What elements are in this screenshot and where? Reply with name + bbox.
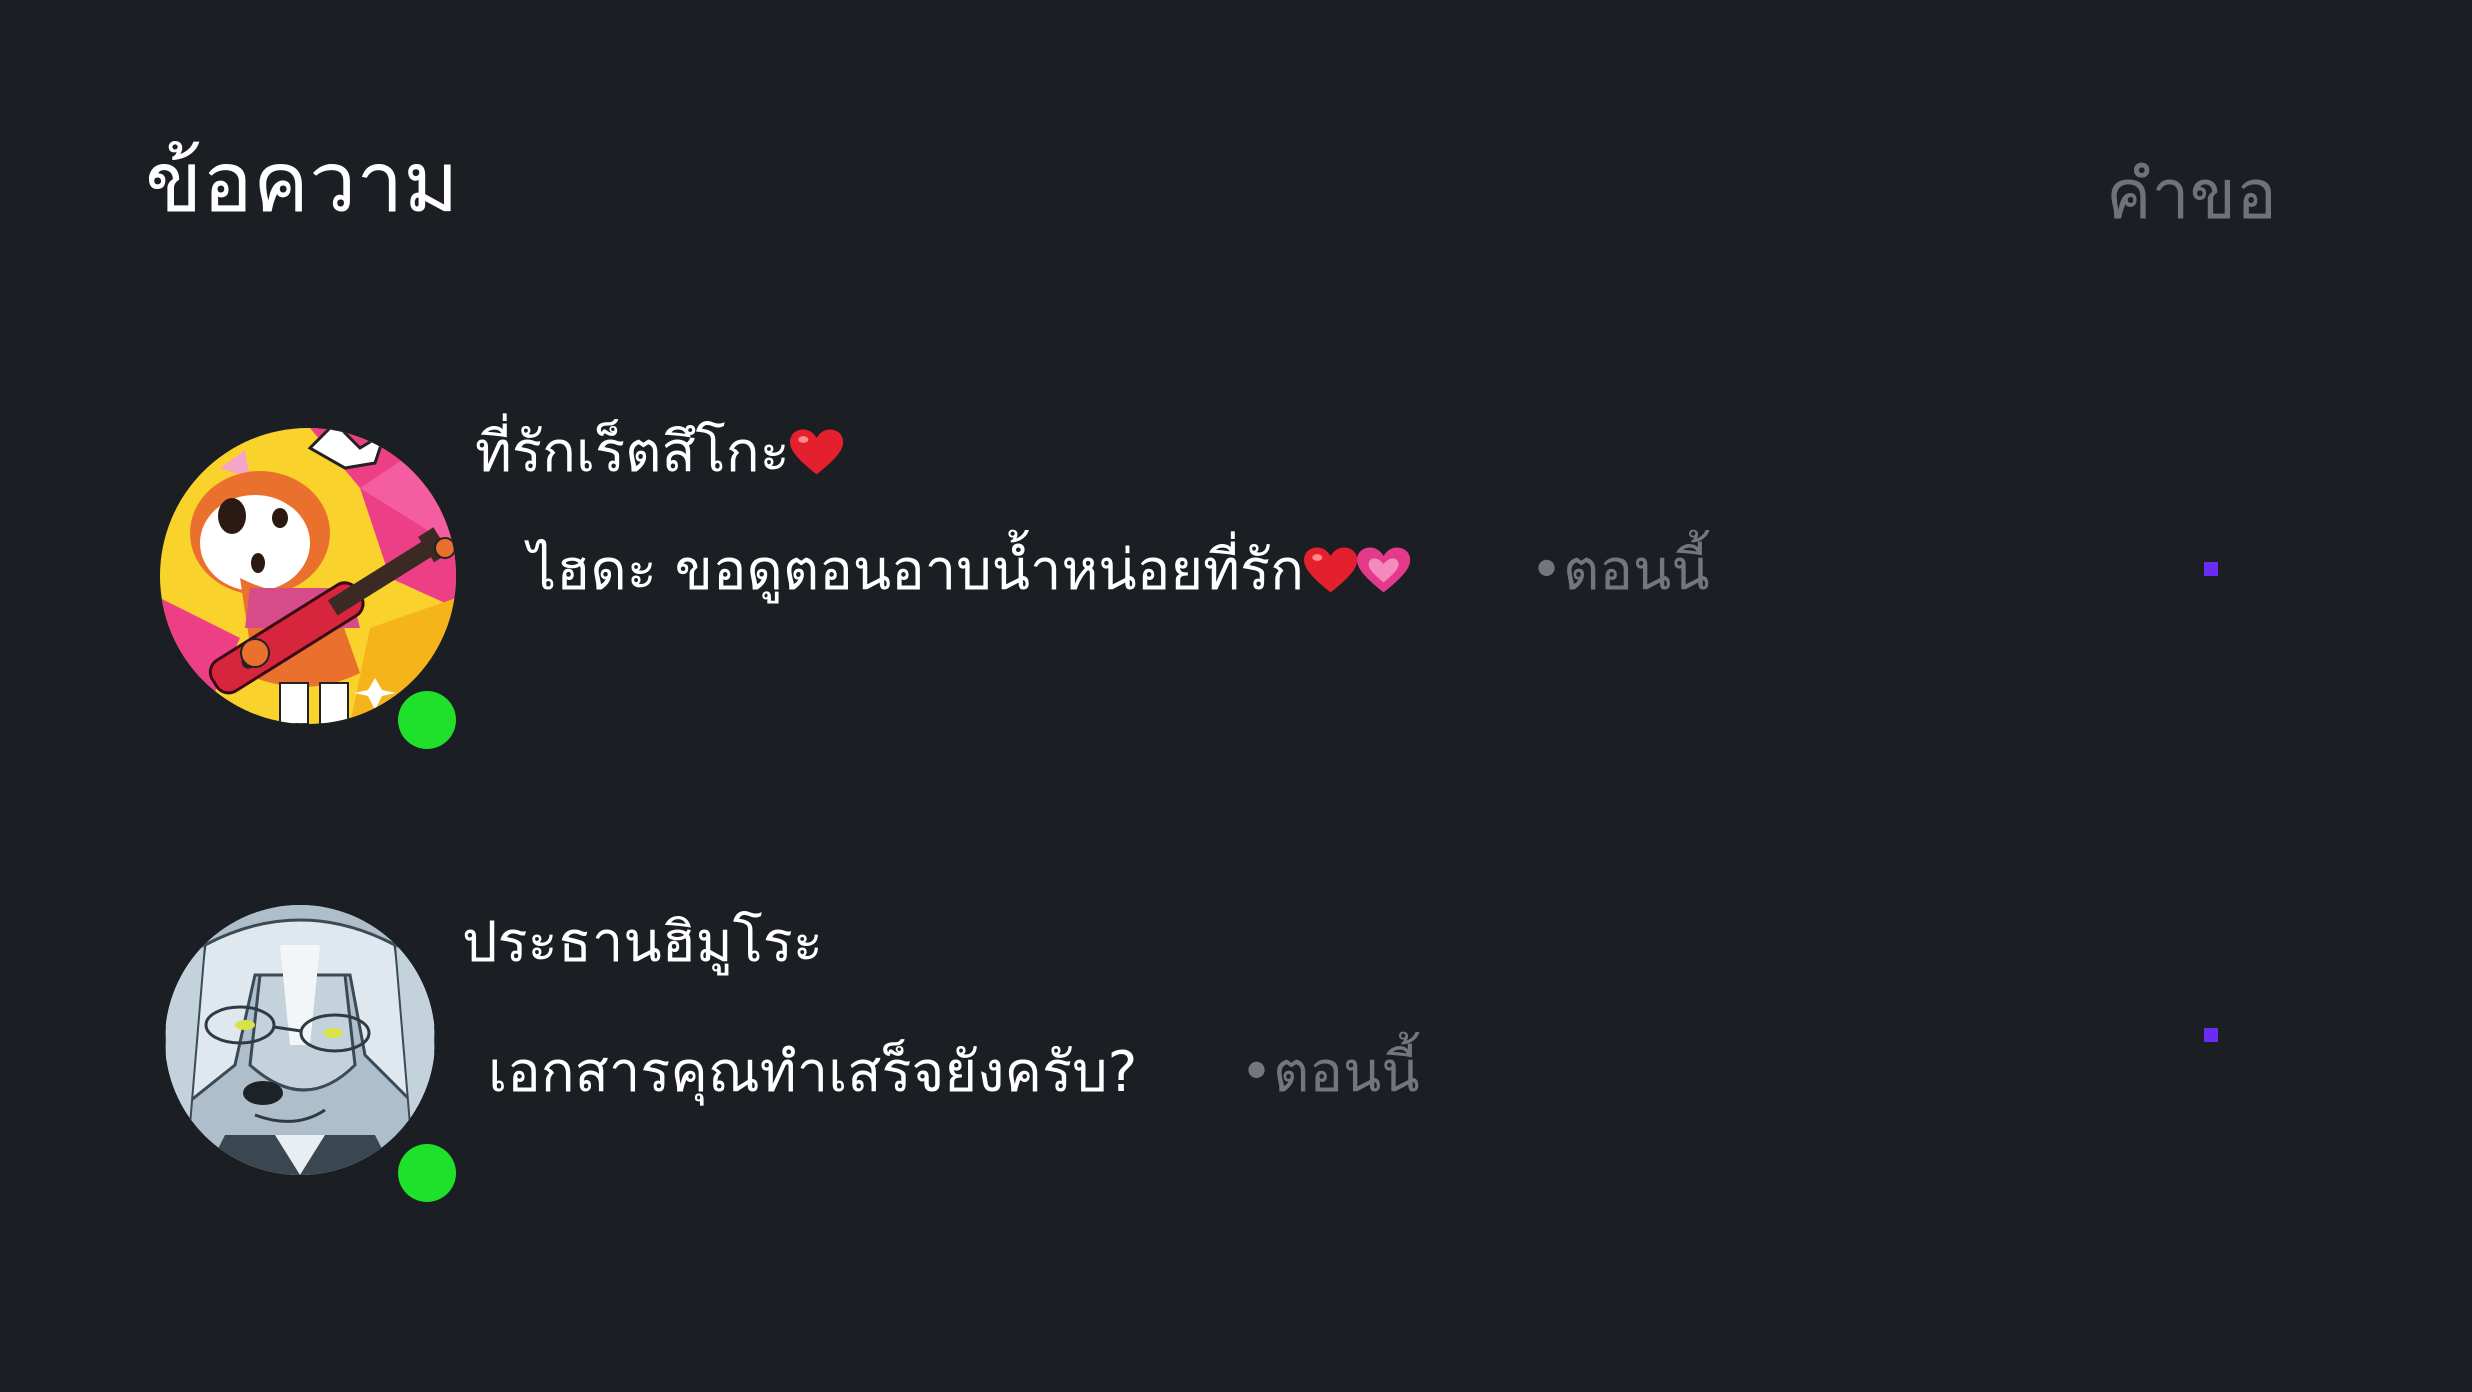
messages-screen: ข้อความ คำขอ ที่รักเร็ตสึโกะ ไฮดะ ขอดูตอ… <box>0 0 2472 1392</box>
requests-link[interactable]: คำขอ <box>2106 162 2277 230</box>
conversation-item[interactable]: ที่รักเร็ตสึโกะ ไฮดะ ขอดูตอนอาบน้ำหน่อยท… <box>0 400 2472 770</box>
avatar[interactable] <box>160 428 456 724</box>
message-preview-text: ไฮดะ ขอดูตอนอาบน้ำหน่อยที่รัก <box>528 538 1305 603</box>
contact-name: ที่รักเร็ตสึโกะ <box>475 425 843 481</box>
red-panda-guitarist-avatar <box>160 428 456 724</box>
grey-haired-dog-with-glasses-avatar <box>165 905 435 1175</box>
contact-name: ประธานฮิมูโระ <box>462 910 823 975</box>
message-preview: เอกสารคุณทำเสร็จยังครับ? <box>488 1040 1138 1105</box>
message-preview: ไฮดะ ขอดูตอนอาบน้ำหน่อยที่รัก <box>528 543 1411 599</box>
pink-heart-icon <box>1357 547 1411 593</box>
timestamp: •ตอนนี้ <box>1530 538 1710 603</box>
online-status-indicator <box>398 691 456 749</box>
contact-name-text: ที่รักเร็ตสึโกะ <box>475 420 790 485</box>
conversation-item[interactable]: ประธานฮิมูโระ เอกสารคุณทำเสร็จยังครับ? •… <box>0 880 2472 1210</box>
unread-indicator <box>2204 1028 2218 1042</box>
page-title: ข้อความ <box>145 133 459 231</box>
red-heart-icon <box>1304 547 1358 593</box>
timestamp: •ตอนนี้ <box>1240 1040 1420 1105</box>
unread-indicator <box>2204 562 2218 576</box>
online-status-indicator <box>398 1144 456 1202</box>
red-heart-icon <box>789 429 843 475</box>
avatar[interactable] <box>165 905 435 1175</box>
